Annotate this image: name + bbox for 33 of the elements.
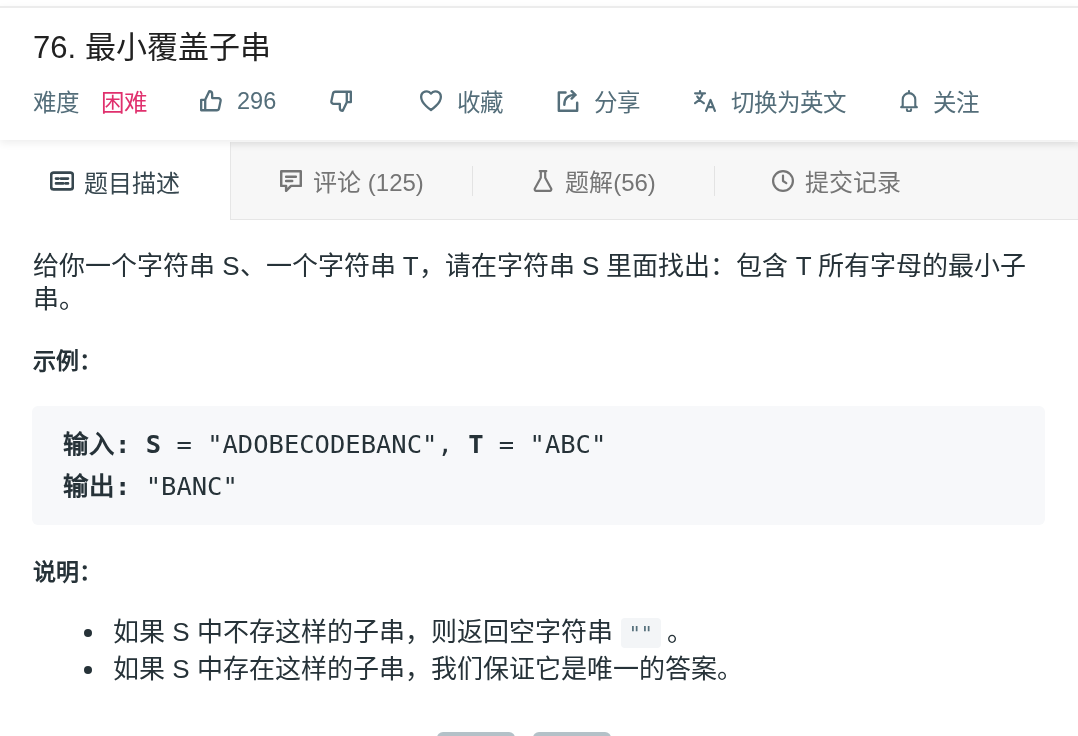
tab[interactable]: 评论 (125)	[231, 142, 472, 219]
inline-code: ""	[620, 617, 661, 648]
comment-icon	[279, 169, 304, 192]
section-heading: 示例：	[33, 347, 103, 376]
like-button[interactable]: 296	[200, 87, 277, 115]
difficulty-label: 难度	[33, 89, 79, 118]
translate-icon	[694, 90, 717, 112]
problem-description: 给你一个字符串 S、一个字符串 T，请在字符串 S 里面找出：包含 T 所有字母的最小子串。	[33, 250, 1028, 316]
tab[interactable]: 提交记录	[715, 142, 956, 219]
favorite-button[interactable]: 收藏	[420, 84, 504, 118]
bullet-icon	[84, 628, 92, 637]
translate-button[interactable]: 切换为英文	[694, 84, 847, 118]
share-button[interactable]: 分享	[557, 84, 641, 118]
bullet-icon	[84, 665, 92, 674]
bell-icon	[900, 90, 919, 112]
thumbs-down-icon	[330, 90, 353, 112]
code-line: 输出: "BANC"	[63, 470, 239, 503]
list-text: 。	[666, 616, 693, 649]
follow-button[interactable]: 关注	[900, 84, 980, 118]
difficulty-value: 困难	[101, 89, 147, 118]
heart-icon	[420, 90, 443, 112]
share-icon	[557, 90, 580, 112]
code-line: 输入: S = "ADOBECODEBANC", T = "ABC"	[63, 428, 608, 461]
dislike-button[interactable]	[330, 90, 353, 112]
tab[interactable]: 题目描述	[0, 142, 231, 220]
clock-icon	[770, 169, 795, 192]
section-heading: 说明：	[33, 558, 103, 587]
problem-title: 76. 最小覆盖子串	[33, 29, 272, 67]
thumbs-up-icon	[200, 90, 222, 112]
tab[interactable]: 题解(56)	[473, 142, 714, 219]
list-text: 如果 S 中存在这样的子串，我们保证它是唯一的答案。	[113, 653, 743, 686]
list-text: 如果 S 中不存这样的子串，则返回空字符串	[113, 616, 613, 649]
description-icon	[50, 170, 74, 192]
